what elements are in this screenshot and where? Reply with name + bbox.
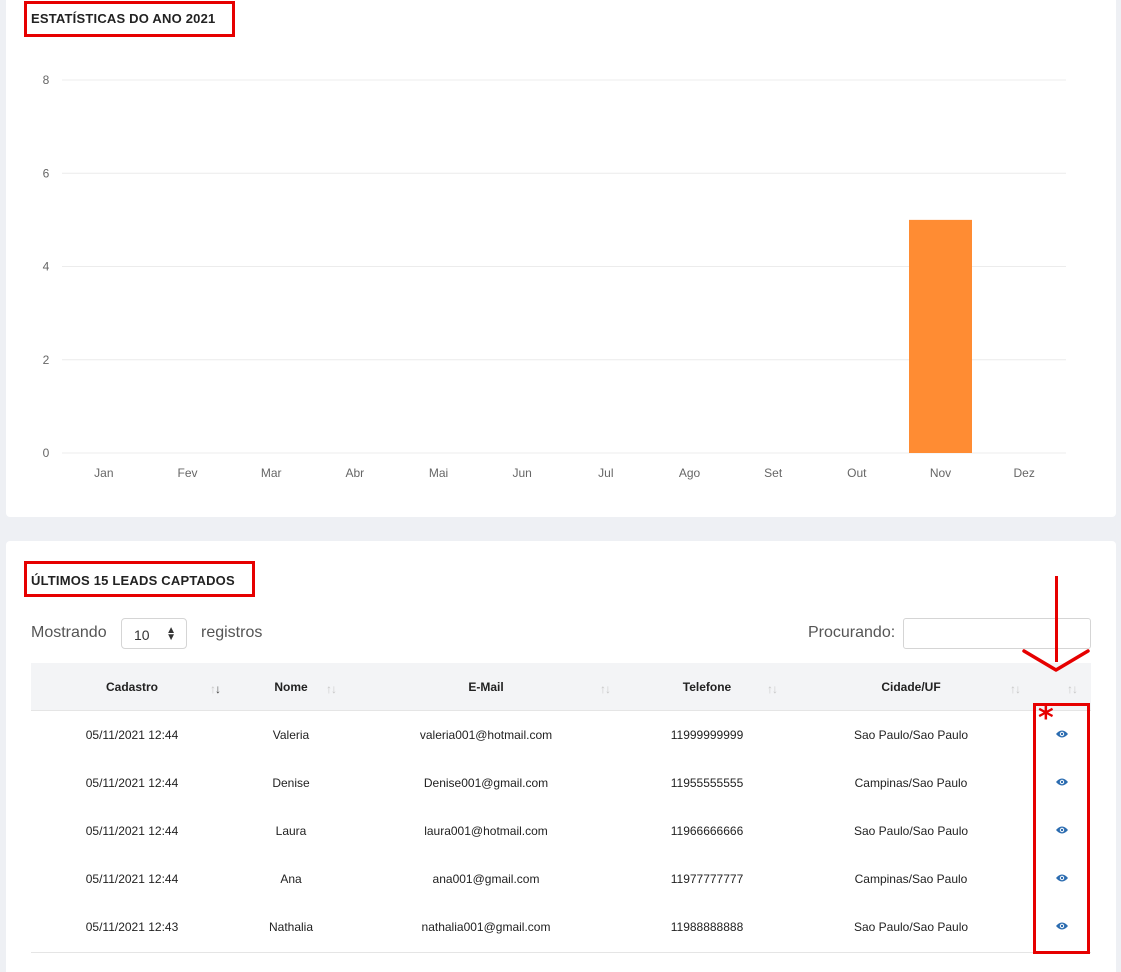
cidade-cell: Campinas/Sao Paulo: [854, 776, 968, 790]
x-tick-label: Mar: [261, 466, 282, 480]
y-tick-label: 2: [43, 353, 50, 367]
table-row: 05/11/2021 12:44 Laura laura001@hotmail.…: [31, 807, 1091, 855]
cidade-cell: Campinas/Sao Paulo: [854, 872, 968, 886]
x-tick-label: Mai: [429, 466, 448, 480]
sort-icon[interactable]: ↑↓: [326, 682, 337, 696]
telefone-cell: 11955555555: [670, 776, 744, 790]
chevron-updown-icon: ▲ ▼: [166, 625, 176, 643]
cadastro-cell: 05/11/2021 12:43: [85, 920, 179, 934]
actions-highlight-box: [1033, 703, 1090, 954]
cidade-cell: Sao Paulo/Sao Paulo: [853, 824, 969, 838]
cadastro-cell: 05/11/2021 12:44: [85, 872, 179, 886]
records-label: registros: [201, 624, 263, 641]
sort-icon[interactable]: ↑↓: [1010, 682, 1021, 696]
cadastro-cell: 05/11/2021 12:44: [85, 728, 179, 742]
column-header-cadastro[interactable]: Cadastro: [82, 680, 182, 694]
nome-cell: Valeria: [272, 728, 310, 742]
email-cell: valeria001@hotmail.com: [419, 728, 553, 742]
nome-cell: Nathalia: [268, 920, 314, 934]
table-row: 05/11/2021 12:44 Valeria valeria001@hotm…: [31, 711, 1091, 759]
x-tick-label: Jan: [94, 466, 113, 480]
annotation-asterisk: *: [1038, 701, 1054, 736]
nome-cell: Ana: [280, 872, 302, 886]
sort-icon[interactable]: ↑↓: [767, 682, 778, 696]
cadastro-cell: 05/11/2021 12:44: [85, 776, 179, 790]
cidade-cell: Sao Paulo/Sao Paulo: [853, 920, 969, 934]
telefone-cell: 11999999999: [670, 728, 744, 742]
y-tick-label: 0: [43, 446, 50, 460]
cidade-cell: Sao Paulo/Sao Paulo: [853, 728, 969, 742]
table-row: 05/11/2021 12:44 Ana ana001@gmail.com 11…: [31, 855, 1091, 903]
column-header-nome[interactable]: Nome: [251, 680, 331, 694]
sort-icon[interactable]: ↑↓: [600, 682, 611, 696]
email-cell: laura001@hotmail.com: [424, 824, 548, 838]
table-bottom-border: [31, 952, 1091, 953]
column-header-telefone[interactable]: Telefone: [657, 680, 757, 694]
email-cell: nathalia001@gmail.com: [421, 920, 551, 934]
x-tick-label: Jun: [512, 466, 531, 480]
y-tick-label: 4: [43, 260, 50, 274]
x-tick-label: Dez: [1013, 466, 1034, 480]
search-input[interactable]: [903, 618, 1091, 649]
nome-cell: Denise: [272, 776, 310, 790]
annotation-arrow-head: [1022, 649, 1090, 672]
nome-cell: Laura: [275, 824, 307, 838]
table-row: 05/11/2021 12:43 Nathalia nathalia001@gm…: [31, 903, 1091, 951]
telefone-cell: 11977777777: [670, 872, 744, 886]
x-tick-label: Abr: [345, 466, 364, 480]
telefone-cell: 11966666666: [670, 824, 744, 838]
sort-icon[interactable]: ↑↓: [210, 682, 221, 696]
statistics-bar-chart: 8 6 4 2 0 Jan Fev Mar Abr Mai Jun Jul Ago Set Out Nov D…: [43, 73, 1066, 480]
x-tick-label: Nov: [930, 466, 951, 480]
email-cell: ana001@gmail.com: [432, 872, 540, 886]
x-tick-label: Jul: [598, 466, 613, 480]
telefone-cell: 11988888888: [670, 920, 744, 934]
email-cell: Denise001@gmail.com: [423, 776, 549, 790]
bar-nov[interactable]: [909, 219, 972, 453]
sort-icon[interactable]: ↑↓: [1067, 682, 1078, 696]
cadastro-cell: 05/11/2021 12:44: [85, 824, 179, 838]
x-tick-label: Ago: [679, 466, 701, 480]
x-tick-label: Fev: [177, 466, 197, 480]
search-label: Procurando:: [808, 624, 896, 641]
column-header-cidade[interactable]: Cidade/UF: [861, 680, 961, 694]
leads-title: ÚLTIMOS 15 LEADS CAPTADOS: [31, 573, 235, 588]
page-length-select[interactable]: 10 ▲ ▼: [121, 618, 187, 649]
y-tick-label: 8: [43, 73, 50, 87]
table-row: 05/11/2021 12:44 Denise Denise001@gmail.…: [31, 759, 1091, 807]
column-header-email[interactable]: E-Mail: [436, 680, 536, 694]
page-length-value: 10: [134, 627, 150, 643]
x-tick-label: Set: [764, 466, 783, 480]
show-entries-label: Mostrando: [31, 624, 107, 641]
y-tick-label: 6: [43, 166, 50, 180]
x-tick-label: Out: [847, 466, 867, 480]
